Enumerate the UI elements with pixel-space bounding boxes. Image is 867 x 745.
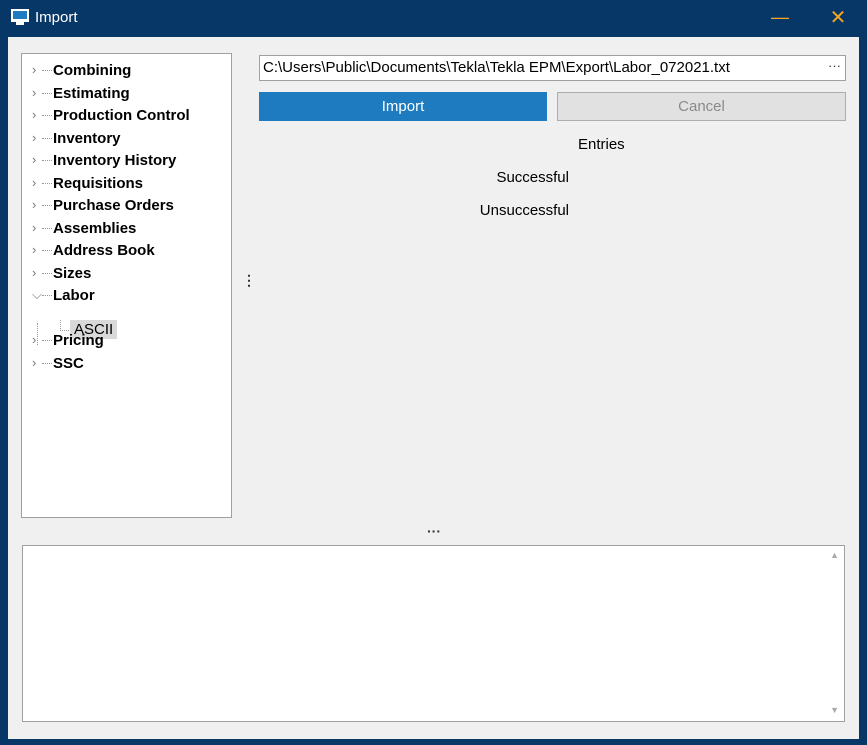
dialog-body: ASCII › Combining › Estimating › Production C…: [8, 37, 859, 739]
chevron-right-icon[interactable]: ›: [32, 107, 42, 122]
tree-dotted-connector: [42, 115, 52, 116]
tree-item-label: Production Control: [53, 107, 190, 124]
chevron-right-icon[interactable]: ›: [32, 175, 42, 190]
tree-item-ssc[interactable]: › SSC: [22, 353, 222, 375]
tree-item-address-book[interactable]: › Address Book: [22, 240, 222, 262]
tree-item-label: Sizes: [53, 264, 92, 282]
chevron-right-icon[interactable]: ›: [32, 242, 42, 257]
tree-item-label: Inventory: [53, 129, 121, 147]
title-bar[interactable]: Import — ✕: [0, 0, 867, 37]
minimize-button[interactable]: —: [762, 4, 798, 32]
entries-label: Entries: [578, 136, 625, 153]
tree-item-label: Purchase Orders: [53, 197, 174, 214]
close-button[interactable]: ✕: [820, 4, 856, 32]
file-path-text: C:\Users\Public\Documents\Tekla\Tekla EP…: [263, 59, 730, 76]
chevron-right-icon[interactable]: ›: [32, 220, 42, 235]
tree-item-combining[interactable]: › Combining: [22, 60, 222, 82]
tree-item-label: Estimating: [53, 84, 130, 102]
import-type-tree[interactable]: ASCII › Combining › Estimating › Production C…: [21, 53, 232, 518]
unsuccessful-label: Unsuccessful: [479, 202, 569, 219]
tree-item-inventory[interactable]: › Inventory: [22, 128, 222, 150]
tree-item-sizes[interactable]: › Sizes: [22, 263, 222, 285]
chevron-right-icon[interactable]: ›: [32, 355, 42, 370]
tree-dotted-connector: [42, 340, 52, 341]
tree-item-label: SSC: [53, 354, 84, 372]
chevron-down-icon[interactable]: ⌵: [32, 287, 42, 303]
tree-item-label: Address Book: [53, 242, 155, 259]
file-path-field[interactable]: C:\Users\Public\Documents\Tekla\Tekla EP…: [259, 55, 846, 81]
tree-item-inventory-history[interactable]: › Inventory History: [22, 150, 222, 172]
tree-dotted-connector: [42, 137, 52, 139]
tree-item-label: Inventory History: [53, 152, 177, 169]
tree-item-label: Pricing: [53, 332, 104, 349]
tree-item-requisitions[interactable]: › Requisitions: [22, 173, 222, 195]
tree-dotted-connector: [42, 250, 52, 251]
window-title: Import: [35, 9, 78, 26]
tree-dotted-connector: [42, 205, 52, 206]
tree-dotted-connector: [42, 295, 52, 296]
tree-item-purchase-orders[interactable]: › Purchase Orders: [22, 195, 222, 217]
tree-dotted-connector: [42, 70, 52, 71]
vertical-splitter-grip[interactable]: ⋮: [242, 273, 256, 287]
chevron-right-icon[interactable]: ›: [32, 152, 42, 167]
tree-dotted-connector: [42, 272, 52, 274]
chevron-right-icon[interactable]: ›: [32, 130, 42, 145]
chevron-right-icon[interactable]: ›: [32, 332, 42, 347]
import-button[interactable]: Import: [259, 92, 547, 121]
chevron-right-icon[interactable]: ›: [32, 265, 42, 280]
tree-dotted-connector: [42, 182, 52, 184]
tree-item-label: Assemblies: [53, 219, 137, 237]
tree-dotted-connector: [42, 92, 52, 94]
scroll-down-arrow-icon[interactable]: ▼: [830, 705, 839, 715]
app-icon: [11, 9, 29, 25]
cancel-button: Cancel: [557, 92, 846, 121]
successful-label: Successful: [496, 169, 569, 186]
tree-item-label: Combining: [53, 62, 132, 79]
tree-item-labor[interactable]: ⌵ Labor: [22, 285, 222, 307]
tree-item-label: Labor: [53, 287, 95, 304]
tree-item-estimating[interactable]: › Estimating: [22, 83, 222, 105]
tree-dotted-connector: [42, 227, 52, 229]
chevron-right-icon[interactable]: ›: [32, 62, 42, 77]
tree-item-production-control[interactable]: › Production Control: [22, 105, 222, 127]
tree-item-pricing[interactable]: › Pricing: [22, 330, 222, 352]
log-textarea[interactable]: ▲ ▼: [22, 545, 845, 722]
tree-item-assemblies[interactable]: › Assemblies: [22, 218, 222, 240]
chevron-right-icon[interactable]: ›: [32, 197, 42, 212]
tree-dotted-connector: [42, 362, 52, 364]
tree-dotted-connector: [42, 160, 52, 161]
tree-item-label: Requisitions: [53, 174, 144, 192]
scroll-up-arrow-icon[interactable]: ▲: [830, 550, 839, 560]
browse-button[interactable]: ···: [828, 58, 841, 73]
chevron-right-icon[interactable]: ›: [32, 85, 42, 100]
import-window: Import — ✕ ASCII › Combining › Estimating › P…: [0, 0, 867, 745]
horizontal-splitter-grip[interactable]: ···: [427, 523, 441, 539]
